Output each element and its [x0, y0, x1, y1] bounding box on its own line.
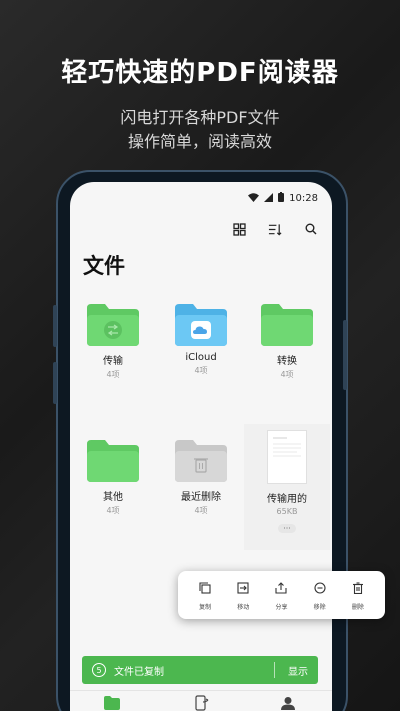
folder-icloud-icon: [175, 304, 227, 346]
status-bar: 10:28: [248, 192, 318, 205]
status-time: 10:28: [289, 193, 318, 204]
action-bar: 复制 移动 分享 移除 删除: [178, 571, 385, 619]
item-count: 4项: [194, 506, 208, 515]
page-title: 文件: [83, 254, 125, 278]
trash-icon: [352, 579, 364, 598]
grid-item-transfer-folder[interactable]: 传输 4项: [70, 304, 156, 380]
copy-icon: [199, 579, 211, 598]
move-icon: [237, 579, 249, 598]
remove-icon: [314, 579, 326, 598]
signal-icon: [264, 192, 274, 205]
item-size: 65KB: [276, 507, 298, 516]
folder-trash-icon: [175, 440, 227, 482]
grid-view-icon[interactable]: [232, 222, 246, 236]
move-button[interactable]: 移动: [225, 579, 261, 611]
grid-item-other-folder[interactable]: 其他 4项: [70, 440, 156, 516]
folder-icon: [261, 304, 313, 346]
toast-message: 文件已复制: [114, 666, 164, 678]
toolbar: [232, 222, 318, 236]
item-label: 最近删除: [181, 492, 221, 503]
item-count: 4项: [280, 370, 294, 379]
action-label: 移动: [237, 604, 250, 611]
promo-subline-2: 操作简单，阅读高效: [127, 132, 272, 151]
wifi-icon: [248, 192, 260, 205]
phone-side-button: [53, 362, 57, 404]
files-tab-icon[interactable]: [104, 695, 120, 711]
promo-headline: 轻巧快速的PDF阅读器: [61, 58, 339, 88]
share-button[interactable]: 分享: [263, 579, 299, 611]
show-button[interactable]: 显示: [288, 663, 308, 678]
item-count: 4项: [106, 506, 120, 515]
phone-side-button: [343, 320, 347, 390]
item-label: 传输用的: [267, 494, 307, 505]
more-options-button[interactable]: ···: [278, 524, 296, 533]
toast-divider: [274, 662, 275, 678]
app-screen: 10:28 文件 传输 4项 iCloud 4项 转换 4项 其他 4项 最近删…: [70, 182, 332, 711]
folder-transfer-icon: [87, 304, 139, 346]
document-icon: [267, 430, 307, 484]
sort-icon[interactable]: [268, 222, 282, 236]
phone-side-button: [53, 305, 57, 347]
grid-item-icloud-folder[interactable]: iCloud 4项: [158, 304, 244, 376]
item-label: iCloud: [185, 352, 217, 363]
remove-button[interactable]: 移除: [302, 579, 338, 611]
promo-subline-1: 闪电打开各种PDF文件: [120, 108, 280, 127]
action-label: 复制: [199, 604, 212, 611]
delete-button[interactable]: 删除: [340, 579, 376, 611]
transfer-tab-icon[interactable]: [195, 695, 209, 711]
action-label: 移除: [313, 604, 326, 611]
item-count: 4项: [106, 370, 120, 379]
share-icon: [275, 579, 288, 598]
item-label: 传输: [103, 356, 123, 367]
countdown-badge: 5: [92, 663, 106, 677]
grid-item-recently-deleted-folder[interactable]: 最近删除 4项: [158, 440, 244, 516]
battery-icon: [278, 192, 285, 205]
bottom-navigation: [70, 690, 332, 711]
item-label: 转换: [277, 356, 297, 367]
search-icon[interactable]: [304, 222, 318, 236]
copied-toast: 5 文件已复制 显示: [82, 656, 318, 684]
grid-item-document[interactable]: 传输用的 65KB ···: [244, 424, 330, 550]
folder-icon: [87, 440, 139, 482]
item-count: 4项: [194, 366, 208, 375]
grid-item-convert-folder[interactable]: 转换 4项: [244, 304, 330, 380]
profile-tab-icon[interactable]: [281, 695, 295, 711]
item-label: 其他: [103, 492, 123, 503]
action-label: 删除: [351, 604, 364, 611]
copy-button[interactable]: 复制: [187, 579, 223, 611]
action-label: 分享: [275, 604, 288, 611]
